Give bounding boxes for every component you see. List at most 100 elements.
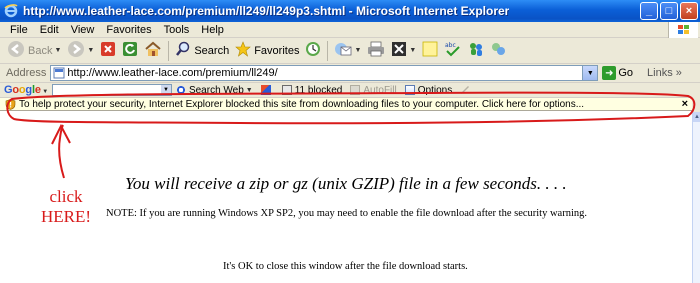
edit-x-icon	[391, 41, 407, 60]
google-logo-dropdown-icon: ▼	[40, 89, 48, 95]
options-icon	[404, 85, 415, 95]
ie-logo-icon	[3, 3, 19, 19]
back-dropdown-icon[interactable]: ▼	[54, 47, 61, 54]
page-content	[0, 112, 692, 283]
infobar-message[interactable]: To help protect your security, Internet …	[19, 99, 584, 110]
svg-text:abc: abc	[445, 42, 456, 49]
news-icon	[260, 85, 271, 95]
discuss-button[interactable]	[419, 40, 441, 62]
google-logo[interactable]: Google ▼	[4, 84, 48, 96]
google-toolbar: Google ▼ ▼ Search Web ▼ 11 blocked AutoF…	[0, 83, 700, 97]
home-button[interactable]	[141, 40, 165, 62]
popup-blocker-button[interactable]: 11 blocked	[278, 85, 347, 96]
menu-file[interactable]: File	[4, 24, 34, 36]
go-arrow-icon: ➜	[602, 66, 617, 80]
infobar-close-icon[interactable]: ×	[682, 98, 688, 110]
printer-icon	[367, 41, 385, 60]
refresh-icon	[122, 41, 138, 60]
star-icon	[235, 41, 252, 60]
google-search-input[interactable]: ▼	[51, 84, 172, 96]
information-bar[interactable]: To help protect your security, Internet …	[0, 97, 692, 111]
title-bar: http://www.leather-lace.com/premium/ll24…	[0, 0, 700, 22]
menu-bar: File Edit View Favorites Tools Help	[0, 22, 700, 38]
forward-dropdown-icon[interactable]: ▼	[87, 47, 94, 54]
go-button[interactable]: ➜ Go	[602, 66, 633, 80]
go-label: Go	[618, 67, 634, 79]
research-button[interactable]	[487, 40, 509, 62]
spellcheck-icon: abc	[444, 41, 462, 60]
home-icon	[144, 41, 162, 60]
address-input[interactable]: http://www.leather-lace.com/premium/ll24…	[50, 65, 599, 81]
menu-favorites[interactable]: Favorites	[100, 24, 157, 36]
favorites-button[interactable]: Favorites	[232, 40, 302, 62]
search-web-button[interactable]: Search Web ▼	[172, 85, 257, 96]
messenger-icon	[468, 41, 484, 60]
scroll-up-icon[interactable]: ▲	[693, 112, 700, 122]
maximize-button[interactable]: □	[660, 2, 678, 20]
vertical-scrollbar[interactable]: ▲	[692, 112, 700, 283]
back-label: Back	[28, 44, 53, 57]
address-dropdown-icon[interactable]: ▼	[582, 66, 598, 80]
search-button[interactable]: Search	[172, 40, 232, 62]
minimize-button[interactable]: _	[640, 2, 658, 20]
window-controls: _ □ ×	[640, 2, 698, 20]
autofill-button[interactable]: AutoFill	[346, 85, 400, 96]
search-web-dropdown-icon[interactable]: ▼	[246, 87, 253, 94]
autofill-icon	[350, 85, 361, 95]
page-icon	[53, 67, 65, 79]
mail-button[interactable]: ▼	[331, 40, 364, 62]
edit-button[interactable]: ▼	[388, 40, 419, 62]
standard-toolbar: Back ▼ ▼ Search Favorites ▼ ▼ abc	[0, 38, 700, 64]
options-button[interactable]: Options	[401, 85, 456, 96]
forward-button[interactable]: ▼	[64, 40, 97, 62]
shield-warning-icon	[5, 98, 16, 110]
sp2-note: NOTE: If you are running Windows XP SP2,…	[106, 208, 588, 219]
mail-icon	[334, 41, 352, 60]
autofill-label: AutoFill	[363, 84, 397, 96]
research-icon	[490, 41, 506, 60]
history-icon	[305, 41, 321, 60]
address-label: Address	[6, 67, 47, 79]
toolbar-separator	[327, 40, 329, 61]
spellcheck-button[interactable]: abc	[441, 40, 465, 62]
print-button[interactable]	[364, 40, 388, 62]
menu-tools[interactable]: Tools	[158, 24, 196, 36]
pencil-icon	[460, 85, 470, 95]
pagerank-button[interactable]	[257, 85, 278, 95]
scrollbar-corner	[692, 97, 700, 112]
history-button[interactable]	[302, 40, 324, 62]
toolbar-separator	[168, 40, 170, 61]
menu-view[interactable]: View	[65, 24, 101, 36]
discuss-note-icon	[422, 41, 438, 60]
address-bar: Address http://www.leather-lace.com/prem…	[0, 64, 700, 83]
annotation-line-1: click	[49, 187, 83, 206]
search-label: Search	[194, 44, 230, 57]
menu-help[interactable]: Help	[195, 24, 230, 36]
window-title: http://www.leather-lace.com/premium/ll24…	[23, 4, 510, 18]
favorites-label: Favorites	[254, 44, 300, 57]
stop-icon	[100, 41, 116, 60]
search-web-label: Search Web	[188, 84, 244, 96]
edit-dropdown-icon[interactable]: ▼	[409, 47, 416, 54]
popup-blocker-icon	[281, 85, 292, 95]
back-button[interactable]: Back ▼	[4, 40, 64, 62]
blocked-count: 11 blocked	[294, 84, 343, 96]
annotation-line-2: HERE!	[40, 207, 92, 226]
messenger-button[interactable]	[465, 40, 487, 62]
refresh-button[interactable]	[119, 40, 141, 62]
search-icon	[175, 41, 191, 60]
links-label: Links	[647, 67, 673, 79]
mail-dropdown-icon[interactable]: ▼	[354, 47, 361, 54]
forward-arrow-icon	[67, 40, 85, 61]
click-here-annotation: click HERE!	[36, 187, 96, 227]
links-button[interactable]: Links »	[647, 67, 682, 79]
close-window-note: It's OK to close this window after the f…	[223, 261, 468, 272]
google-search-icon	[175, 85, 186, 95]
address-url: http://www.leather-lace.com/premium/ll24…	[67, 67, 278, 79]
stop-button[interactable]	[97, 40, 119, 62]
google-search-dropdown-icon[interactable]: ▼	[160, 85, 171, 95]
highlight-button[interactable]	[456, 85, 477, 95]
close-button[interactable]: ×	[680, 2, 698, 20]
download-heading: You will receive a zip or gz (unix GZIP)…	[125, 174, 567, 193]
menu-edit[interactable]: Edit	[34, 24, 65, 36]
